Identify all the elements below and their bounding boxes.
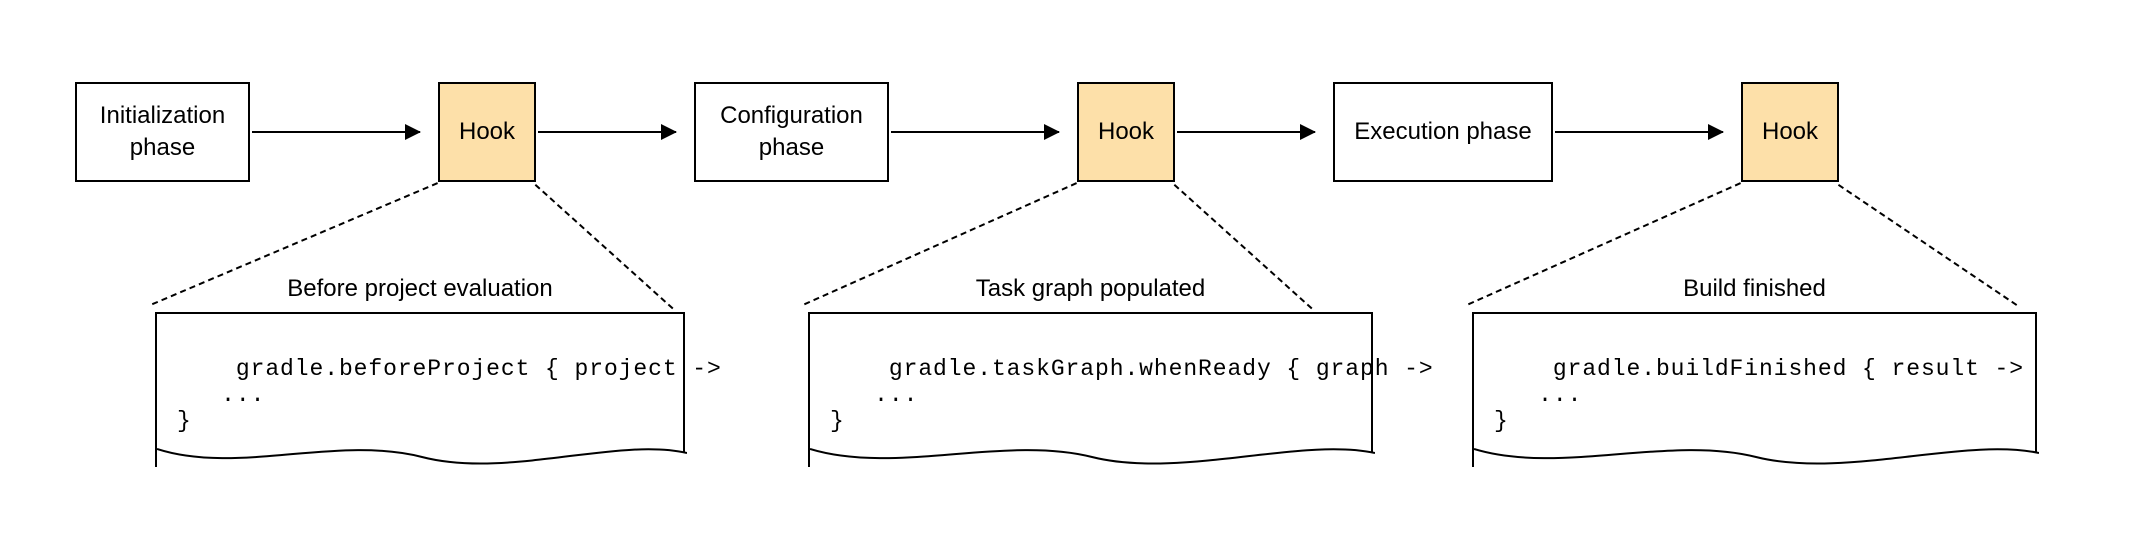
box-label: Hook [459,116,515,148]
box-label: Initialization phase [93,100,232,165]
arrow-3 [891,131,1059,133]
callout-title-3: Build finished [1472,275,2037,303]
code-box-2: gradle.taskGraph.whenReady { graph -> ..… [808,312,1373,467]
arrow-5 [1555,131,1723,133]
arrow-1 [252,131,420,133]
box-hook-2: Hook [1077,82,1175,182]
arrow-4 [1177,131,1315,133]
wavy-border-icon [157,447,687,469]
callout-title-text: Build finished [1683,275,1826,302]
callout-title-text: Before project evaluation [287,275,553,302]
callout-title-2: Task graph populated [808,275,1373,303]
code-text: gradle.taskGraph.whenReady { graph -> ..… [830,356,1434,434]
box-hook-1: Hook [438,82,536,182]
code-box-1: gradle.beforeProject { project -> ... } [155,312,685,467]
arrow-2 [538,131,676,133]
box-label: Execution phase [1354,116,1531,148]
box-init-phase: Initialization phase [75,82,250,182]
wavy-border-icon [1474,447,2039,469]
code-text: gradle.beforeProject { project -> ... } [177,356,722,434]
box-exec-phase: Execution phase [1333,82,1553,182]
box-hook-3: Hook [1741,82,1839,182]
box-label: Configuration phase [712,100,871,165]
box-label: Hook [1098,116,1154,148]
lifecycle-diagram: Initialization phase Hook Configuration … [0,0,2156,536]
wavy-border-icon [810,447,1375,469]
code-box-3: gradle.buildFinished { result -> ... } [1472,312,2037,467]
box-label: Hook [1762,116,1818,148]
box-config-phase: Configuration phase [694,82,889,182]
callout-title-1: Before project evaluation [155,275,685,303]
code-text: gradle.buildFinished { result -> ... } [1494,356,2024,434]
callout-title-text: Task graph populated [976,275,1206,302]
